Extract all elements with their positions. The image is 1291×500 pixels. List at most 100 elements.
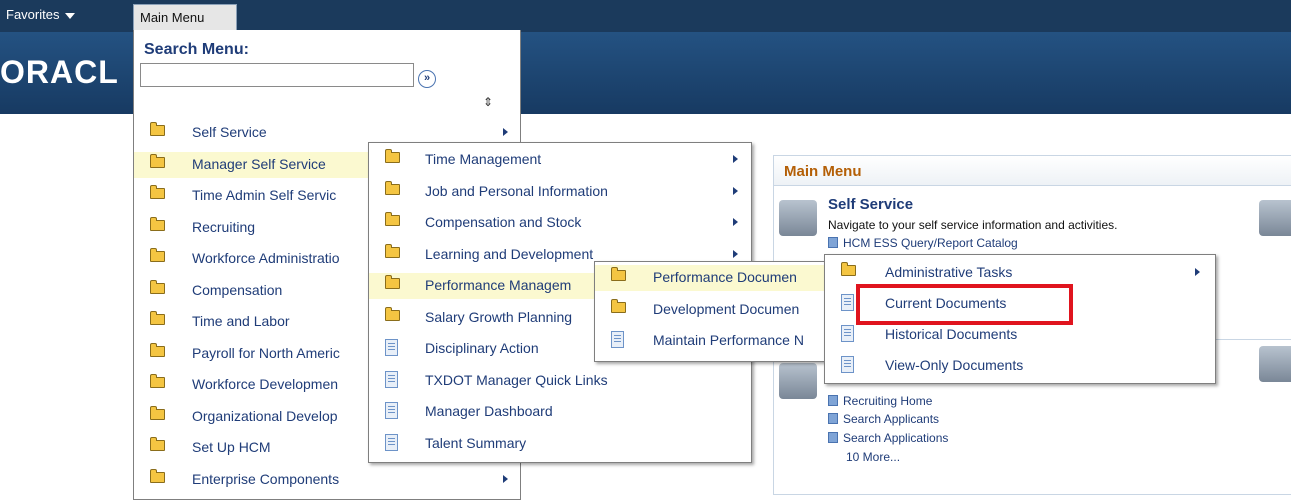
menu-item-label[interactable]: Time Admin Self Servic xyxy=(192,187,336,203)
document-icon xyxy=(385,339,398,356)
chevron-right-icon xyxy=(503,128,508,136)
catalog-link-label[interactable]: HCM ESS Query/Report Catalog xyxy=(843,236,1018,250)
folder-icon xyxy=(150,185,165,199)
folder-icon xyxy=(611,267,626,281)
menu-item-label[interactable]: Historical Documents xyxy=(885,326,1017,342)
menu-item-label[interactable]: View-Only Documents xyxy=(885,357,1023,373)
folder-icon xyxy=(385,275,400,289)
navigation-icon xyxy=(1259,200,1291,236)
menu-item-label[interactable]: Organizational Develop xyxy=(192,408,338,424)
menu-item[interactable]: Enterprise Components xyxy=(134,467,520,493)
menu-item-label[interactable]: Manager Dashboard xyxy=(425,403,553,419)
menu-item-label[interactable]: Learning and Development xyxy=(425,246,593,262)
folder-icon xyxy=(150,374,165,388)
folder-icon xyxy=(150,342,165,357)
document-icon xyxy=(611,331,624,348)
document-icon xyxy=(841,356,854,373)
menu-item-label[interactable]: Disciplinary Action xyxy=(425,340,539,356)
search-applications-label[interactable]: Search Applications xyxy=(843,431,948,445)
menu-item-label[interactable]: TXDOT Manager Quick Links xyxy=(425,372,608,388)
menu-item-label[interactable]: Workforce Developmen xyxy=(192,376,338,392)
search-go-button[interactable]: » xyxy=(418,70,436,88)
favorites-menu[interactable]: Favorites xyxy=(6,7,76,22)
search-applicants-link[interactable]: Search Applicants xyxy=(828,412,939,426)
menu-item[interactable]: View-Only Documents xyxy=(825,353,1215,379)
menu-item[interactable]: Maintain Performance N xyxy=(595,328,825,354)
folder-icon xyxy=(150,122,165,136)
menu-item-label[interactable]: Recruiting xyxy=(192,219,255,235)
menu-item[interactable]: Job and Personal Information xyxy=(369,179,751,205)
menu-item-label[interactable]: Time and Labor xyxy=(192,313,290,329)
folder-icon xyxy=(150,405,165,420)
menu-item-label[interactable]: Performance Documen xyxy=(653,269,797,285)
catalog-link[interactable]: HCM ESS Query/Report Catalog xyxy=(828,236,1018,250)
recruiting-icon xyxy=(779,363,817,399)
panel-title: Main Menu xyxy=(774,156,1291,186)
chevron-right-icon xyxy=(503,474,508,483)
folder-icon xyxy=(385,149,400,163)
folder-icon xyxy=(385,306,400,321)
folder-icon xyxy=(385,212,400,226)
menu-item-label[interactable]: Workforce Administratio xyxy=(192,250,340,266)
menu-item-label[interactable]: Talent Summary xyxy=(425,435,526,451)
self-service-heading[interactable]: Self Service xyxy=(828,196,913,213)
chevron-right-icon xyxy=(733,249,738,258)
main-menu-label[interactable]: Main Menu xyxy=(140,10,204,25)
menu-item[interactable]: Development Documen xyxy=(595,297,825,323)
folder-icon xyxy=(150,468,165,483)
menu-item-label[interactable]: Maintain Performance N xyxy=(653,332,804,348)
chevron-right-icon xyxy=(733,218,738,226)
folder-icon xyxy=(150,437,165,451)
main-menu-tab[interactable]: Main Menu xyxy=(133,4,237,30)
report-icon xyxy=(828,432,838,443)
menu-item-label[interactable]: Performance Managem xyxy=(425,277,571,293)
report-icon xyxy=(828,395,838,406)
favorites-label[interactable]: Favorites xyxy=(6,7,59,22)
menu-item[interactable]: Talent Summary xyxy=(369,431,751,457)
menu-item-label[interactable]: Self Service xyxy=(192,124,267,140)
folder-icon xyxy=(150,216,165,231)
menu-item-label[interactable]: Job and Personal Information xyxy=(425,183,608,199)
more-link[interactable]: 10 More... xyxy=(846,450,900,464)
menu-item-label[interactable]: Time Management xyxy=(425,151,541,167)
menu-item-label[interactable]: Payroll for North Americ xyxy=(192,345,340,361)
folder-icon xyxy=(150,279,165,294)
performance-management-submenu: Performance Documen Development Documen Ma… xyxy=(594,261,826,362)
menu-item[interactable]: Administrative Tasks xyxy=(825,260,1215,286)
menu-item[interactable]: Historical Documents xyxy=(825,322,1215,348)
self-service-icon xyxy=(779,200,817,236)
menu-item[interactable]: Manager Dashboard xyxy=(369,399,751,425)
report-icon xyxy=(828,237,838,248)
menu-item-label[interactable]: Administrative Tasks xyxy=(885,264,1012,280)
recruiting-home-link[interactable]: Recruiting Home xyxy=(828,394,932,408)
folder-icon xyxy=(150,153,165,168)
chevron-right-icon xyxy=(1195,268,1200,276)
menu-item[interactable]: Time Management xyxy=(369,147,751,173)
search-applications-link[interactable]: Search Applications xyxy=(828,431,948,445)
sort-arrows-icon[interactable]: ⇕ xyxy=(483,95,493,109)
search-applicants-label[interactable]: Search Applicants xyxy=(843,412,939,426)
chevron-down-icon xyxy=(65,12,76,19)
menu-item-label[interactable]: Compensation and Stock xyxy=(425,214,581,230)
document-icon xyxy=(385,402,398,419)
menu-item-label[interactable]: Set Up HCM xyxy=(192,439,271,455)
menu-item-label[interactable]: Salary Growth Planning xyxy=(425,309,572,325)
recruiting-home-label[interactable]: Recruiting Home xyxy=(843,394,932,408)
folder-icon xyxy=(385,243,400,258)
highlight-box xyxy=(856,284,1073,325)
document-icon xyxy=(841,294,854,311)
menu-item-label[interactable]: Enterprise Components xyxy=(192,471,339,487)
people-icon xyxy=(1259,346,1291,382)
menu-item[interactable]: Performance Documen xyxy=(595,265,825,291)
self-service-description: Navigate to your self service informatio… xyxy=(828,218,1118,232)
menu-item[interactable]: TXDOT Manager Quick Links xyxy=(369,368,751,394)
folder-icon xyxy=(385,180,400,195)
menu-item-label[interactable]: Development Documen xyxy=(653,301,799,317)
menu-item-label[interactable]: Compensation xyxy=(192,282,282,298)
search-input[interactable] xyxy=(140,63,414,87)
menu-item-label[interactable]: Manager Self Service xyxy=(192,156,326,172)
oracle-logo: ORACL xyxy=(0,54,119,90)
menu-item[interactable]: Compensation and Stock xyxy=(369,210,751,236)
document-icon xyxy=(385,433,398,451)
folder-icon xyxy=(150,311,165,325)
